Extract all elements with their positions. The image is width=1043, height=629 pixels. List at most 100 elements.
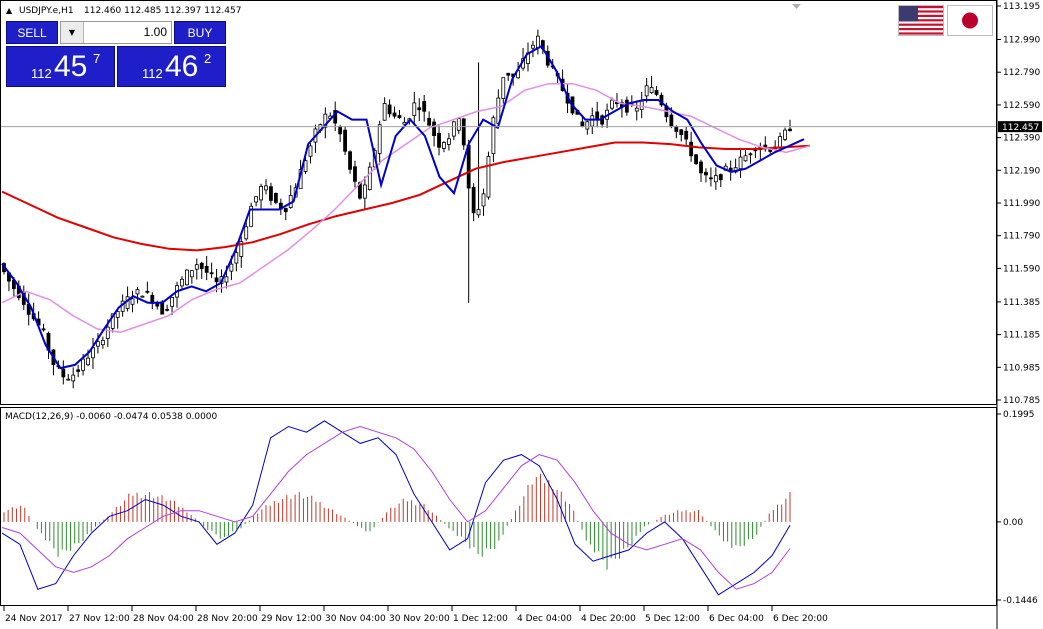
macd-tick-label: -0.1446 bbox=[1003, 596, 1038, 606]
time-tick-label: 4 Dec 04:00 bbox=[517, 614, 572, 624]
candle-body bbox=[397, 115, 402, 119]
sell-button[interactable]: SELL bbox=[6, 21, 58, 44]
candle-body bbox=[461, 118, 466, 146]
candle-body bbox=[353, 166, 357, 182]
candle-body bbox=[66, 378, 71, 381]
candle-body bbox=[644, 85, 649, 97]
sell-price-pip: 7 bbox=[93, 51, 101, 66]
price-tick-label: 112.590 bbox=[1003, 101, 1040, 111]
one-click-trading-panel: SELL ▼ 1.00 BUY 112 45 7 112 46 2 bbox=[6, 21, 226, 87]
candle-body bbox=[100, 339, 105, 346]
candle-body bbox=[140, 295, 145, 298]
candle-body bbox=[165, 308, 170, 311]
candle-body bbox=[338, 125, 343, 135]
macd-label: MACD(12,26,9) -0.0060 -0.0474 0.0538 0.0… bbox=[5, 412, 218, 422]
candle-body bbox=[432, 121, 436, 137]
buy-button[interactable]: BUY bbox=[174, 21, 226, 44]
candle-body bbox=[81, 358, 85, 371]
japan-flag-icon bbox=[947, 5, 993, 36]
candle-body bbox=[244, 226, 249, 240]
time-tick-label: 24 Nov 2017 bbox=[5, 614, 63, 624]
price-tick-label: 110.985 bbox=[1003, 363, 1040, 373]
candle-body bbox=[427, 118, 432, 126]
candle-body bbox=[273, 193, 278, 203]
price-tick-label: 111.590 bbox=[1003, 264, 1040, 274]
time-tick-label: 27 Nov 12:00 bbox=[69, 614, 130, 624]
lot-dropdown-icon[interactable]: ▼ bbox=[61, 22, 84, 43]
candle-body bbox=[447, 138, 451, 145]
candle-body bbox=[259, 186, 263, 201]
sell-price-prefix: 112 bbox=[31, 66, 52, 81]
candle-body bbox=[743, 155, 748, 162]
candle-body bbox=[709, 177, 713, 180]
candle-body bbox=[412, 102, 417, 116]
candle-body bbox=[689, 141, 694, 157]
candle-body bbox=[595, 111, 600, 121]
candle-body bbox=[634, 107, 639, 112]
sell-price-button[interactable]: 112 45 7 bbox=[6, 46, 115, 87]
candle-body bbox=[308, 145, 313, 157]
time-tick-label: 6 Dec 04:00 bbox=[709, 614, 764, 624]
time-tick-label: 30 Nov 04:00 bbox=[325, 614, 386, 624]
candle-body bbox=[466, 144, 471, 189]
candle-body bbox=[362, 184, 367, 199]
candle-body bbox=[491, 117, 496, 155]
candle-body bbox=[456, 118, 461, 131]
candle-body bbox=[788, 128, 792, 132]
candle-body bbox=[155, 302, 160, 307]
candle-body bbox=[76, 369, 81, 372]
price-tick-label: 111.990 bbox=[1003, 199, 1040, 209]
price-tick-label: 111.385 bbox=[1003, 298, 1040, 308]
candle-body bbox=[180, 278, 184, 287]
candle-body bbox=[224, 276, 229, 283]
candle-body bbox=[783, 129, 787, 140]
candle-body bbox=[699, 161, 703, 174]
candle-body bbox=[130, 298, 135, 305]
candle-body bbox=[674, 126, 679, 132]
candle-body bbox=[437, 132, 441, 148]
price-tick-label: 111.790 bbox=[1003, 232, 1040, 242]
buy-price-prefix: 112 bbox=[142, 66, 163, 81]
price-tick-label: 112.390 bbox=[1003, 134, 1040, 144]
candle-body bbox=[486, 156, 491, 198]
candle-body bbox=[387, 104, 392, 115]
lot-size-value[interactable]: 1.00 bbox=[144, 22, 167, 43]
candle-body bbox=[713, 175, 718, 183]
price-tick-label: 112.990 bbox=[1003, 36, 1040, 46]
candle-body bbox=[377, 124, 382, 154]
candle-body bbox=[234, 252, 239, 264]
current-price-label: 112.457 bbox=[1002, 123, 1039, 133]
candle-body bbox=[185, 269, 189, 286]
candle-body bbox=[654, 90, 659, 95]
price-tick-label: 112.790 bbox=[1003, 68, 1040, 78]
candle-body bbox=[531, 44, 535, 49]
candle-body bbox=[684, 130, 689, 140]
candle-body bbox=[41, 328, 46, 331]
time-tick-label: 1 Dec 12:00 bbox=[453, 614, 508, 624]
lot-size-field[interactable]: ▼ 1.00 bbox=[60, 21, 172, 44]
macd-tick-label: 0.1995 bbox=[1003, 410, 1035, 420]
candle-body bbox=[86, 357, 90, 366]
candle-body bbox=[145, 290, 150, 293]
candle-body bbox=[718, 174, 723, 181]
candle-body bbox=[535, 35, 540, 49]
candle-body bbox=[214, 277, 219, 283]
candle-body bbox=[610, 99, 614, 109]
candle-body bbox=[348, 151, 352, 170]
chart-canvas[interactable]: 113.195 112.990 112.790 112.590 112.390 112.1… bbox=[0, 0, 1043, 629]
candle-body bbox=[501, 77, 506, 99]
candle-body bbox=[451, 121, 456, 137]
candle-body bbox=[61, 368, 66, 378]
candle-body bbox=[115, 311, 120, 318]
candle-body bbox=[506, 72, 511, 76]
candle-body bbox=[417, 107, 422, 111]
candle-body bbox=[481, 193, 486, 207]
time-tick-label: 28 Nov 04:00 bbox=[133, 614, 194, 624]
buy-price-button[interactable]: 112 46 2 bbox=[117, 46, 226, 87]
candle-body bbox=[199, 262, 204, 270]
candle-body bbox=[229, 263, 234, 272]
candle-body bbox=[738, 156, 743, 170]
symbol-marker: ▲ bbox=[6, 6, 13, 15]
price-tick-label: 110.785 bbox=[1003, 396, 1040, 406]
candle-body bbox=[476, 209, 481, 216]
